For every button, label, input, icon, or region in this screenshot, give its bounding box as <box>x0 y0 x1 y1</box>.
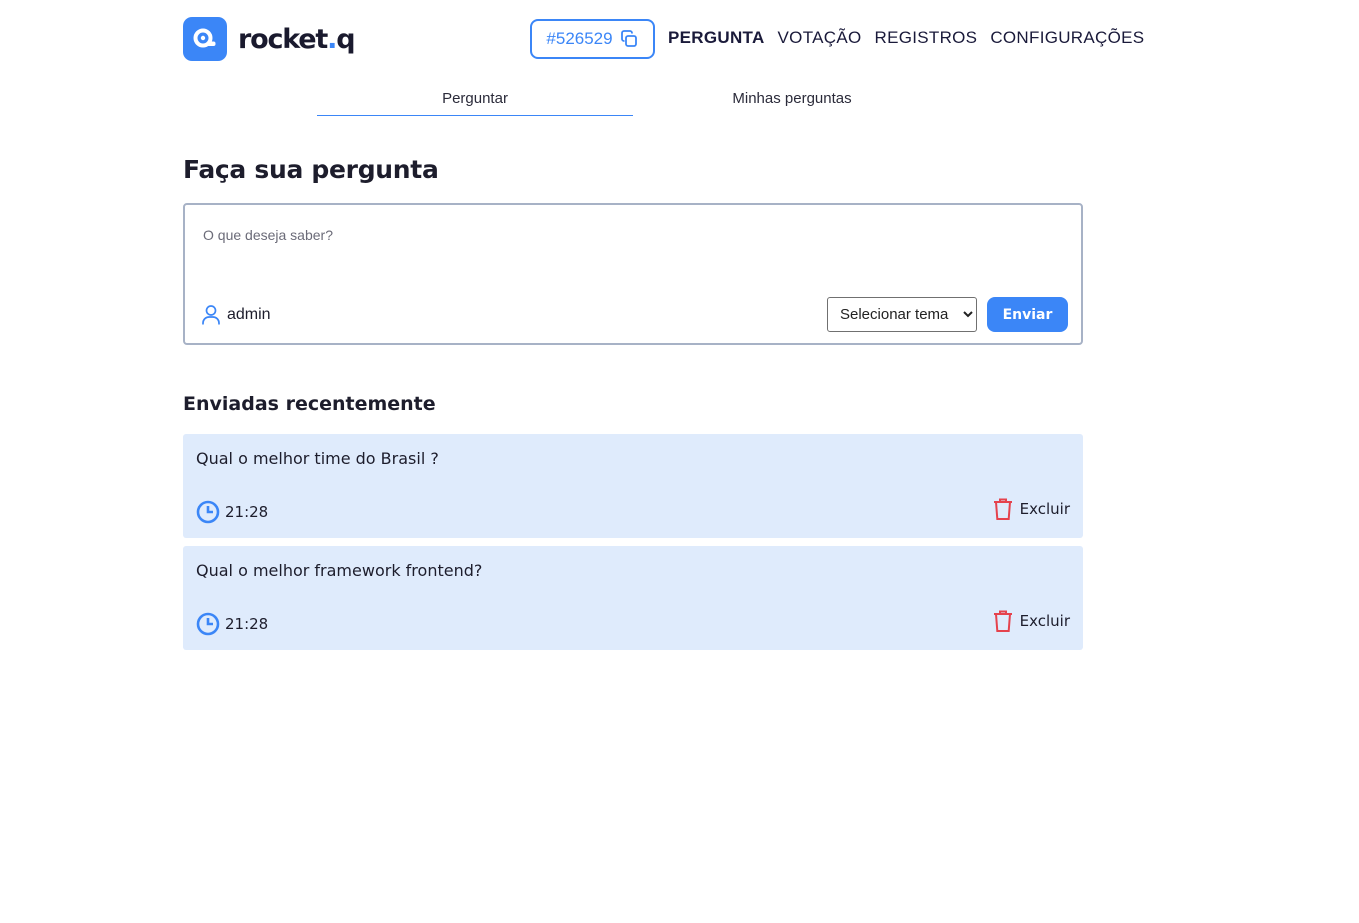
trash-icon <box>993 610 1012 632</box>
question-text: Qual o melhor framework frontend? <box>196 561 483 580</box>
copy-icon <box>620 30 637 47</box>
brand-logo[interactable]: rocket.q <box>183 17 356 61</box>
question-time-label: 21:28 <box>225 503 269 521</box>
question-card: Qual o melhor time do Brasil ? 21:28 Exc… <box>183 434 1083 538</box>
nav-item-pergunta[interactable]: PERGUNTA <box>668 28 765 48</box>
page-title: Faça sua pergunta <box>183 155 439 184</box>
ask-form: admin Selecionar tema Enviar <box>183 203 1083 345</box>
tab-bar: Perguntar Minhas perguntas <box>317 90 950 116</box>
delete-button[interactable]: Excluir <box>992 609 1070 633</box>
delete-label: Excluir <box>1019 500 1070 518</box>
tab-minhas-perguntas[interactable]: Minhas perguntas <box>634 90 950 116</box>
delete-label: Excluir <box>1019 612 1070 630</box>
question-time: 21:28 <box>196 612 268 636</box>
tab-perguntar[interactable]: Perguntar <box>317 90 633 116</box>
trash-icon <box>993 498 1012 520</box>
send-button[interactable]: Enviar <box>987 297 1068 332</box>
question-time: 21:28 <box>196 500 268 524</box>
recent-title: Enviadas recentemente <box>183 393 436 415</box>
room-code-label: #526529 <box>546 29 613 48</box>
nav-item-configuracoes[interactable]: CONFIGURAÇÕES <box>990 28 1144 48</box>
logo-icon <box>183 17 227 61</box>
user-icon <box>202 305 220 325</box>
question-time-label: 21:28 <box>225 615 269 633</box>
theme-select[interactable]: Selecionar tema <box>827 297 977 332</box>
room-code-button[interactable]: #526529 <box>530 19 655 59</box>
delete-button[interactable]: Excluir <box>992 497 1070 521</box>
current-user: admin <box>201 304 271 326</box>
clock-icon <box>196 500 220 524</box>
clock-icon <box>196 612 220 636</box>
main-nav: PERGUNTA VOTAÇÃO REGISTROS CONFIGURAÇÕES <box>668 28 1144 48</box>
user-name: admin <box>227 306 271 323</box>
question-input[interactable] <box>203 227 1063 287</box>
question-text: Qual o melhor time do Brasil ? <box>196 449 439 468</box>
nav-item-registros[interactable]: REGISTROS <box>875 28 978 48</box>
question-card: Qual o melhor framework frontend? 21:28 … <box>183 546 1083 650</box>
nav-item-votacao[interactable]: VOTAÇÃO <box>778 28 862 48</box>
brand-name: rocket.q <box>238 23 356 55</box>
